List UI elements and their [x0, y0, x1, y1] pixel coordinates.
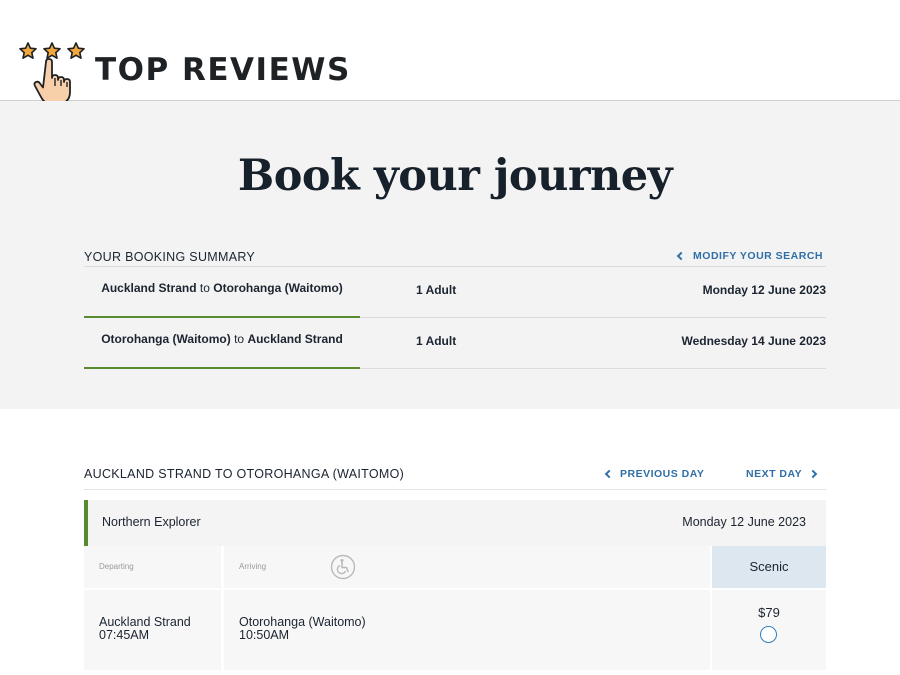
leg-from: Otorohanga (Waitomo)	[101, 332, 231, 346]
departure-cell: Auckland Strand 07:45AM	[84, 590, 221, 670]
brand-name[interactable]: TOP REVIEWS	[95, 52, 351, 88]
service-header: Northern Explorer Monday 12 June 2023	[84, 500, 826, 546]
fare-class-header: Scenic	[712, 546, 826, 588]
site-header: TOP REVIEWS	[0, 0, 900, 104]
modify-search-link[interactable]: MODIFY YOUR SEARCH	[676, 250, 823, 262]
leg-to: Auckland Strand	[247, 332, 343, 346]
leg-passengers: 1 Adult	[416, 283, 457, 297]
results-title: AUCKLAND STRAND TO OTOROHANGA (WAITOMO)	[84, 467, 405, 481]
leg-to: Otorohanga (Waitomo)	[213, 281, 343, 295]
arrival-cell: Otorohanga (Waitomo) 10:50AM	[224, 590, 710, 670]
fare-cell: $79	[712, 590, 826, 670]
chevron-right-icon	[808, 469, 818, 479]
leg-date: Wednesday 14 June 2023	[681, 334, 826, 348]
leg-from: Auckland Strand	[101, 281, 197, 295]
wheelchair-icon[interactable]	[330, 554, 356, 580]
chevron-left-icon	[604, 469, 614, 479]
page-title: Book your journey	[237, 151, 673, 201]
booking-leg-outbound: Auckland Strand to Otorohanga (Waitomo) …	[84, 268, 826, 318]
booking-summary-label: YOUR BOOKING SUMMARY	[84, 250, 256, 264]
previous-day-label: PREVIOUS DAY	[620, 468, 705, 480]
departing-column-header: Departing	[84, 546, 221, 588]
results-header: AUCKLAND STRAND TO OTOROHANGA (WAITOMO) …	[84, 466, 826, 490]
arriving-label: Arriving	[239, 562, 267, 571]
service-name: Northern Explorer	[102, 515, 201, 529]
leg-route: Auckland Strand to Otorohanga (Waitomo)	[84, 281, 360, 318]
three-stars-pointing-hand-icon[interactable]	[16, 40, 90, 104]
arriving-column-header: Arriving	[224, 546, 710, 588]
fare-select-radio[interactable]	[760, 626, 777, 643]
modify-search-label: MODIFY YOUR SEARCH	[693, 250, 823, 262]
next-day-link[interactable]: NEXT DAY	[746, 468, 818, 480]
leg-date: Monday 12 June 2023	[702, 283, 826, 297]
leg-route: Otorohanga (Waitomo) to Auckland Strand	[84, 332, 360, 369]
arriving-time: 10:50AM	[239, 628, 290, 642]
booking-leg-return: Otorohanga (Waitomo) to Auckland Strand …	[84, 319, 826, 369]
departing-time: 07:45AM	[99, 628, 150, 642]
fare-price: $79	[758, 605, 780, 620]
leg-connector: to	[199, 281, 210, 295]
booking-summary-header: YOUR BOOKING SUMMARY MODIFY YOUR SEARCH	[84, 249, 826, 267]
next-day-label: NEXT DAY	[746, 468, 803, 480]
departing-label: Departing	[99, 562, 134, 571]
service-date: Monday 12 June 2023	[682, 515, 806, 529]
chevron-left-icon	[676, 251, 686, 261]
leg-passengers: 1 Adult	[416, 334, 457, 348]
leg-connector: to	[234, 332, 245, 346]
previous-day-link[interactable]: PREVIOUS DAY	[604, 468, 705, 480]
